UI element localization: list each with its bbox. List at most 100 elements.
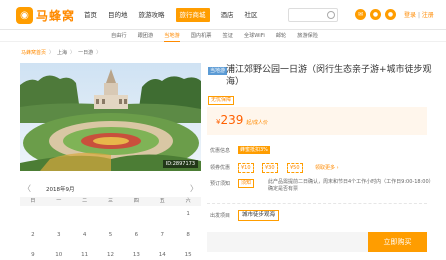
breadcrumb-separator: 〉 (96, 50, 102, 56)
calendar-day[interactable]: 9 (20, 251, 46, 260)
product-type-tag: 当地游 (208, 67, 228, 75)
logo-icon: ◉ (16, 7, 33, 24)
search-input[interactable] (288, 8, 338, 22)
calendar-day[interactable]: 6 (123, 231, 149, 240)
sub-nav-item[interactable]: 旅游保险 (297, 31, 318, 42)
price-suffix: 起/成人价 (246, 120, 269, 126)
calendar-day[interactable]: 10 (46, 251, 72, 260)
promo-tag: 蜂蜜抵扣3% (238, 146, 270, 154)
price: ¥239 起/成人价 (216, 113, 268, 127)
calendar-week-row: 2 3 4 5 6 7 8 (20, 231, 201, 240)
weekday-label: 三 (108, 198, 114, 204)
coupon-button[interactable]: ¥30 (262, 163, 278, 173)
calendar-day[interactable] (46, 210, 72, 219)
calendar-day[interactable]: 1 (175, 210, 201, 219)
auth-links: 登录 | 注册 (404, 10, 434, 19)
calendar-day[interactable]: 13 (123, 251, 149, 260)
login-link[interactable]: 登录 (404, 12, 416, 19)
calendar-week-row: 9 10 11 12 13 14 15 (20, 251, 201, 260)
logo[interactable]: ◉ 马蜂窝 (16, 7, 75, 24)
coupon-label: 领券优惠 (210, 165, 231, 171)
calendar-header: 〈 2018年9月 〉 (20, 184, 201, 194)
calendar-day[interactable] (20, 210, 46, 219)
register-link[interactable]: 注册 (422, 12, 434, 19)
calendar-day[interactable] (123, 210, 149, 219)
option-button[interactable]: 城市徒步观海 (238, 210, 280, 221)
weekday-label: 六 (185, 198, 191, 204)
calendar-day[interactable]: 4 (72, 231, 98, 240)
buy-now-button[interactable]: 立即购买 (368, 232, 427, 252)
page: ◉ 马蜂窝 首页 目的地 旅游攻略 旅行商城 酒店 社区 ✉ ● ● 登录 | … (0, 0, 446, 260)
calendar-day[interactable]: 14 (149, 251, 175, 260)
sub-nav-item[interactable]: 邮轮 (276, 31, 286, 42)
nav-links: 首页 目的地 旅游攻略 旅行商城 酒店 社区 (84, 8, 269, 22)
nav-link-travel-mall[interactable]: 旅行商城 (175, 8, 210, 22)
bell-icon[interactable]: ● (370, 9, 381, 20)
calendar-month: 2018年9月 (46, 187, 75, 193)
option-label: 出发项目 (210, 213, 231, 219)
nav-link-community[interactable]: 社区 (245, 9, 258, 22)
calendar-day[interactable]: 11 (72, 251, 98, 260)
nav-link-home[interactable]: 首页 (84, 9, 97, 22)
weekday-label: 四 (133, 198, 139, 204)
nav-link-hotel[interactable]: 酒店 (221, 9, 234, 22)
breadcrumb-separator: 〉 (70, 50, 76, 56)
coupon-more-link[interactable]: 领取更多 › (315, 164, 339, 171)
calendar-day[interactable] (98, 210, 124, 219)
sub-nav-item[interactable]: 自由行 (111, 31, 127, 42)
sub-nav-item-active[interactable]: 当地游 (164, 31, 180, 42)
promo-label: 优惠信息 (210, 148, 231, 154)
calendar-day[interactable]: 7 (149, 231, 175, 240)
booking-label: 预订须知 (210, 181, 231, 187)
park-photo (20, 63, 201, 171)
booking-tag: 须知 (238, 179, 255, 188)
weekday-label: 二 (82, 198, 88, 204)
guarantee-badge: 无忧保障 (208, 96, 235, 105)
calendar-next-icon[interactable]: 〉 (190, 184, 198, 193)
coupon-button[interactable]: ¥10 (238, 163, 254, 173)
buy-bar: 立即购买 (207, 232, 427, 252)
breadcrumb-home[interactable]: 马蜂窝首页 (21, 50, 46, 56)
calendar-day[interactable] (149, 210, 175, 219)
price-value: 239 (220, 113, 244, 127)
auth-separator: | (417, 12, 420, 19)
breadcrumb-item[interactable]: 一日游 (78, 50, 93, 56)
breadcrumb: 马蜂窝首页〉上海〉一日游〉 (21, 49, 104, 56)
weekday-label: 五 (159, 198, 165, 204)
product-photo[interactable]: ID:2897173 (20, 63, 201, 171)
sub-nav-item[interactable]: 国内机票 (191, 31, 212, 42)
sub-nav-items: 自由行 跟团游 当地游 国内机票 签证 全球WiFi 邮轮 旅游保险 (111, 31, 329, 42)
sub-nav: 自由行 跟团游 当地游 国内机票 签证 全球WiFi 邮轮 旅游保险 (0, 30, 446, 42)
booking-notice: 此产品需提前二日确认，周末和节日4个工作小时内（工作日9:00-18:00）确定… (268, 179, 434, 192)
logo-text: 马蜂窝 (36, 9, 76, 23)
calendar-day[interactable]: 2 (20, 231, 46, 240)
sub-nav-item[interactable]: 全球WiFi (244, 31, 265, 42)
nav-link-destination[interactable]: 目的地 (108, 9, 128, 22)
message-icon[interactable]: ✉ (355, 9, 366, 20)
top-nav: ◉ 马蜂窝 首页 目的地 旅游攻略 旅行商城 酒店 社区 ✉ ● ● 登录 | … (0, 0, 446, 30)
breadcrumb-separator: 〉 (49, 50, 55, 56)
calendar-weekdays: 日 一 二 三 四 五 六 (20, 197, 201, 206)
product-title: 浦江郊野公园一日游（闵行生态亲子游+城市徒步观海） (226, 65, 432, 87)
calendar-day[interactable]: 15 (175, 251, 201, 260)
sub-nav-item[interactable]: 跟团游 (138, 31, 154, 42)
user-icon[interactable]: ● (385, 9, 396, 20)
price-box: ¥239 起/成人价 (207, 107, 427, 135)
calendar-week-row: 1 (20, 210, 201, 219)
photo-id-label: ID:2897173 (162, 160, 198, 168)
calendar-day[interactable] (72, 210, 98, 219)
coupon-button[interactable]: ¥50 (287, 163, 303, 173)
weekday-label: 一 (56, 198, 62, 204)
calendar-day[interactable]: 5 (98, 231, 124, 240)
nav-link-guides[interactable]: 旅游攻略 (139, 9, 165, 22)
sub-nav-item[interactable]: 签证 (223, 31, 233, 42)
weekday-label: 日 (30, 198, 36, 204)
calendar-day[interactable]: 12 (98, 251, 124, 260)
breadcrumb-item[interactable]: 上海 (57, 50, 67, 56)
nav-icons: ✉ ● ● (355, 9, 400, 20)
search-icon[interactable] (327, 11, 335, 19)
calendar-prev-icon[interactable]: 〈 (23, 184, 31, 193)
calendar-day[interactable]: 3 (46, 231, 72, 240)
calendar-day[interactable]: 8 (175, 231, 201, 240)
divider (207, 203, 427, 204)
